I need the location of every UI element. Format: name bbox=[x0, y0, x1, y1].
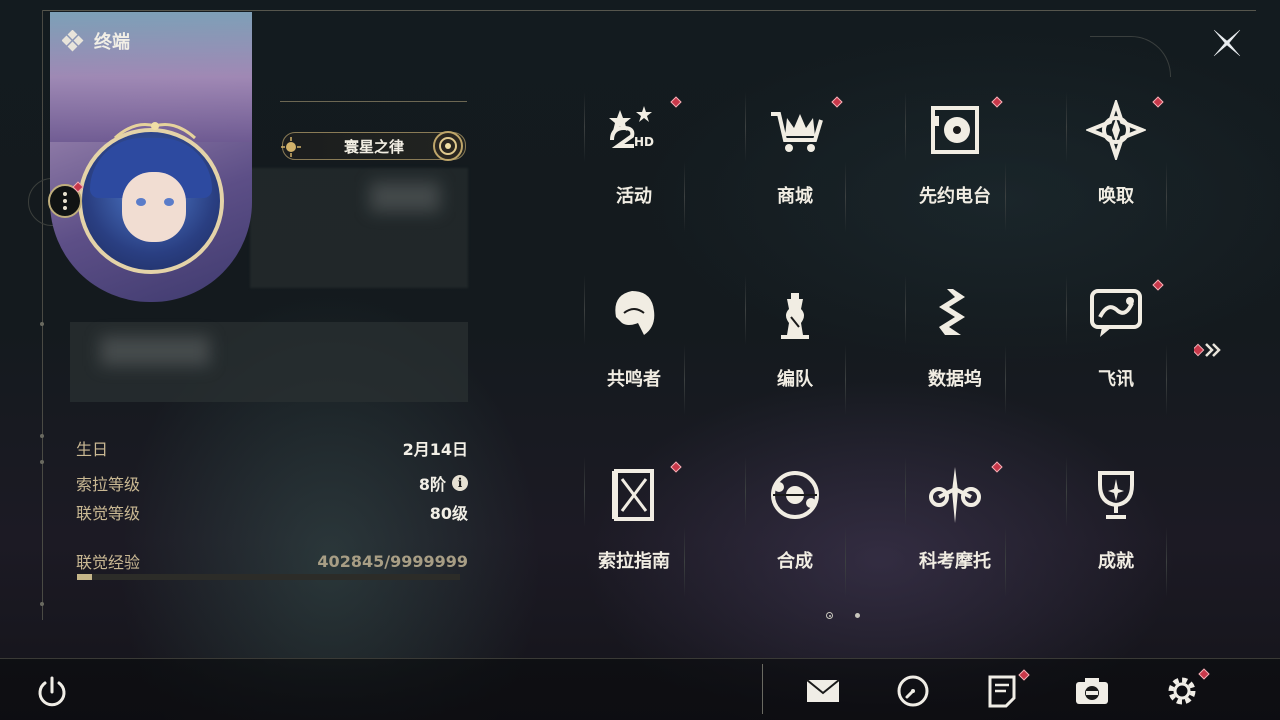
menu-item-label: 唤取 bbox=[1098, 186, 1134, 207]
page-dot[interactable] bbox=[855, 613, 860, 618]
menu-item-label: 科考摩托 bbox=[919, 551, 991, 572]
grid-divider bbox=[845, 162, 846, 232]
power-icon[interactable] bbox=[34, 674, 70, 710]
trophy-icon bbox=[1098, 471, 1134, 519]
stat-union-exp: 联觉经验 402845/9999999 bbox=[76, 551, 468, 573]
menu-item-radio-turntable[interactable]: 先约电台 bbox=[875, 82, 1035, 252]
motorbike-icon bbox=[929, 467, 981, 523]
badge-orb-icon bbox=[433, 131, 463, 161]
grid-divider bbox=[1166, 345, 1167, 415]
terminal-diamond-icon bbox=[62, 30, 84, 52]
data-dock-icon bbox=[939, 289, 965, 335]
grid-divider bbox=[1066, 92, 1067, 162]
menu-item-data-dock[interactable]: 数据坞 bbox=[875, 265, 1035, 435]
player-name: 寰星之律 bbox=[343, 137, 404, 156]
grid-divider bbox=[745, 457, 746, 527]
guide-book-icon bbox=[612, 469, 654, 521]
menu-item-resonator-head[interactable]: 共鸣者 bbox=[554, 265, 714, 435]
grid-divider bbox=[584, 92, 585, 162]
terminal-header: 终端 bbox=[62, 28, 130, 54]
synthesis-orbit-icon bbox=[771, 471, 819, 519]
exp-progress-bar bbox=[77, 574, 460, 580]
menu-item-label: 合成 bbox=[777, 551, 813, 572]
frame-curve bbox=[1090, 36, 1171, 77]
grid-divider bbox=[1066, 275, 1067, 345]
terminal-screen: 终端 寰星之律 生日 2月14日 索拉等级 8阶 i 联觉等级 80级 联觉经验… bbox=[0, 0, 1280, 720]
menu-item-event-2hd[interactable]: HD 活动 bbox=[554, 82, 714, 252]
menu-item-synthesis-orbit[interactable]: 合成 bbox=[715, 447, 875, 617]
close-icon[interactable] bbox=[1208, 24, 1246, 62]
notes-icon[interactable] bbox=[984, 672, 1022, 710]
menu-item-shop-crown-cart[interactable]: 商城 bbox=[715, 82, 875, 252]
grid-divider bbox=[1166, 527, 1167, 597]
grid-divider bbox=[905, 92, 906, 162]
chat-message-icon bbox=[1090, 289, 1142, 337]
grid-divider bbox=[1005, 345, 1006, 415]
grid-divider bbox=[584, 275, 585, 345]
summon-compass-icon bbox=[1086, 100, 1146, 160]
obscured-signature-panel bbox=[70, 322, 468, 402]
menu-item-label: 编队 bbox=[777, 369, 813, 390]
stat-sola-level: 索拉等级 8阶 i bbox=[76, 472, 468, 494]
grid-divider bbox=[905, 457, 906, 527]
menu-item-motorbike[interactable]: 科考摩托 bbox=[875, 447, 1035, 617]
menu-item-label: 成就 bbox=[1098, 551, 1134, 572]
grid-divider bbox=[684, 162, 685, 232]
grid-divider bbox=[745, 92, 746, 162]
stat-union-level: 联觉等级 80级 bbox=[76, 504, 468, 523]
page-indicator bbox=[826, 612, 860, 619]
menu-item-label: 索拉指南 bbox=[598, 551, 670, 572]
bottom-divider bbox=[762, 664, 763, 714]
page-title: 终端 bbox=[94, 32, 130, 53]
grid-divider bbox=[1166, 162, 1167, 232]
info-icon[interactable]: i bbox=[452, 475, 468, 491]
settings-gear-icon[interactable] bbox=[1163, 672, 1201, 710]
frame-line-left bbox=[42, 10, 43, 620]
menu-item-label: 商城 bbox=[777, 186, 813, 207]
grid-divider bbox=[845, 345, 846, 415]
grid-divider bbox=[684, 345, 685, 415]
menu-item-guide-book[interactable]: 索拉指南 bbox=[554, 447, 714, 617]
exp-progress-fill bbox=[77, 574, 93, 580]
svg-text:HD: HD bbox=[634, 135, 654, 149]
menu-item-summon-compass[interactable]: 唤取 bbox=[1036, 82, 1196, 252]
grid-divider bbox=[905, 275, 906, 345]
frame-line-top bbox=[42, 10, 1256, 11]
laurel-crown-icon bbox=[113, 122, 197, 140]
frame-dot bbox=[38, 320, 46, 328]
mail-icon[interactable] bbox=[804, 672, 842, 710]
resonator-head-icon bbox=[615, 291, 655, 335]
grid-divider bbox=[745, 275, 746, 345]
grid-divider bbox=[584, 457, 585, 527]
team-chess-icon bbox=[781, 293, 809, 339]
menu-item-label: 共鸣者 bbox=[607, 369, 661, 390]
menu-item-label: 活动 bbox=[616, 186, 652, 207]
menu-item-team-chess[interactable]: 编队 bbox=[715, 265, 875, 435]
grid-divider bbox=[1066, 457, 1067, 527]
name-divider bbox=[280, 101, 467, 102]
menu-item-label: 先约电台 bbox=[919, 186, 991, 207]
grid-divider bbox=[684, 527, 685, 597]
shop-crown-cart-icon bbox=[771, 112, 823, 152]
obscured-info-panel bbox=[250, 168, 468, 288]
grid-divider bbox=[845, 527, 846, 597]
menu-item-trophy[interactable]: 成就 bbox=[1036, 447, 1196, 617]
avatar[interactable] bbox=[78, 128, 224, 274]
grid-divider bbox=[1005, 162, 1006, 232]
menu-item-chat-message[interactable]: 飞讯 bbox=[1036, 265, 1196, 435]
page-dot-active[interactable] bbox=[826, 612, 833, 619]
menu-item-label: 数据坞 bbox=[928, 369, 982, 390]
frame-dot bbox=[38, 458, 46, 466]
event-2hd-icon: HD bbox=[609, 106, 654, 149]
radio-turntable-icon bbox=[931, 106, 979, 154]
camera-icon[interactable] bbox=[1073, 672, 1111, 710]
grid-divider bbox=[1005, 527, 1006, 597]
next-page-arrow-icon[interactable] bbox=[1194, 340, 1224, 360]
frame-dot bbox=[38, 600, 46, 608]
clock-icon[interactable] bbox=[894, 672, 932, 710]
sun-emblem-icon bbox=[281, 137, 301, 157]
menu-item-label: 飞讯 bbox=[1098, 369, 1134, 390]
stat-birthday: 生日 2月14日 bbox=[76, 440, 468, 459]
frame-dot bbox=[38, 432, 46, 440]
